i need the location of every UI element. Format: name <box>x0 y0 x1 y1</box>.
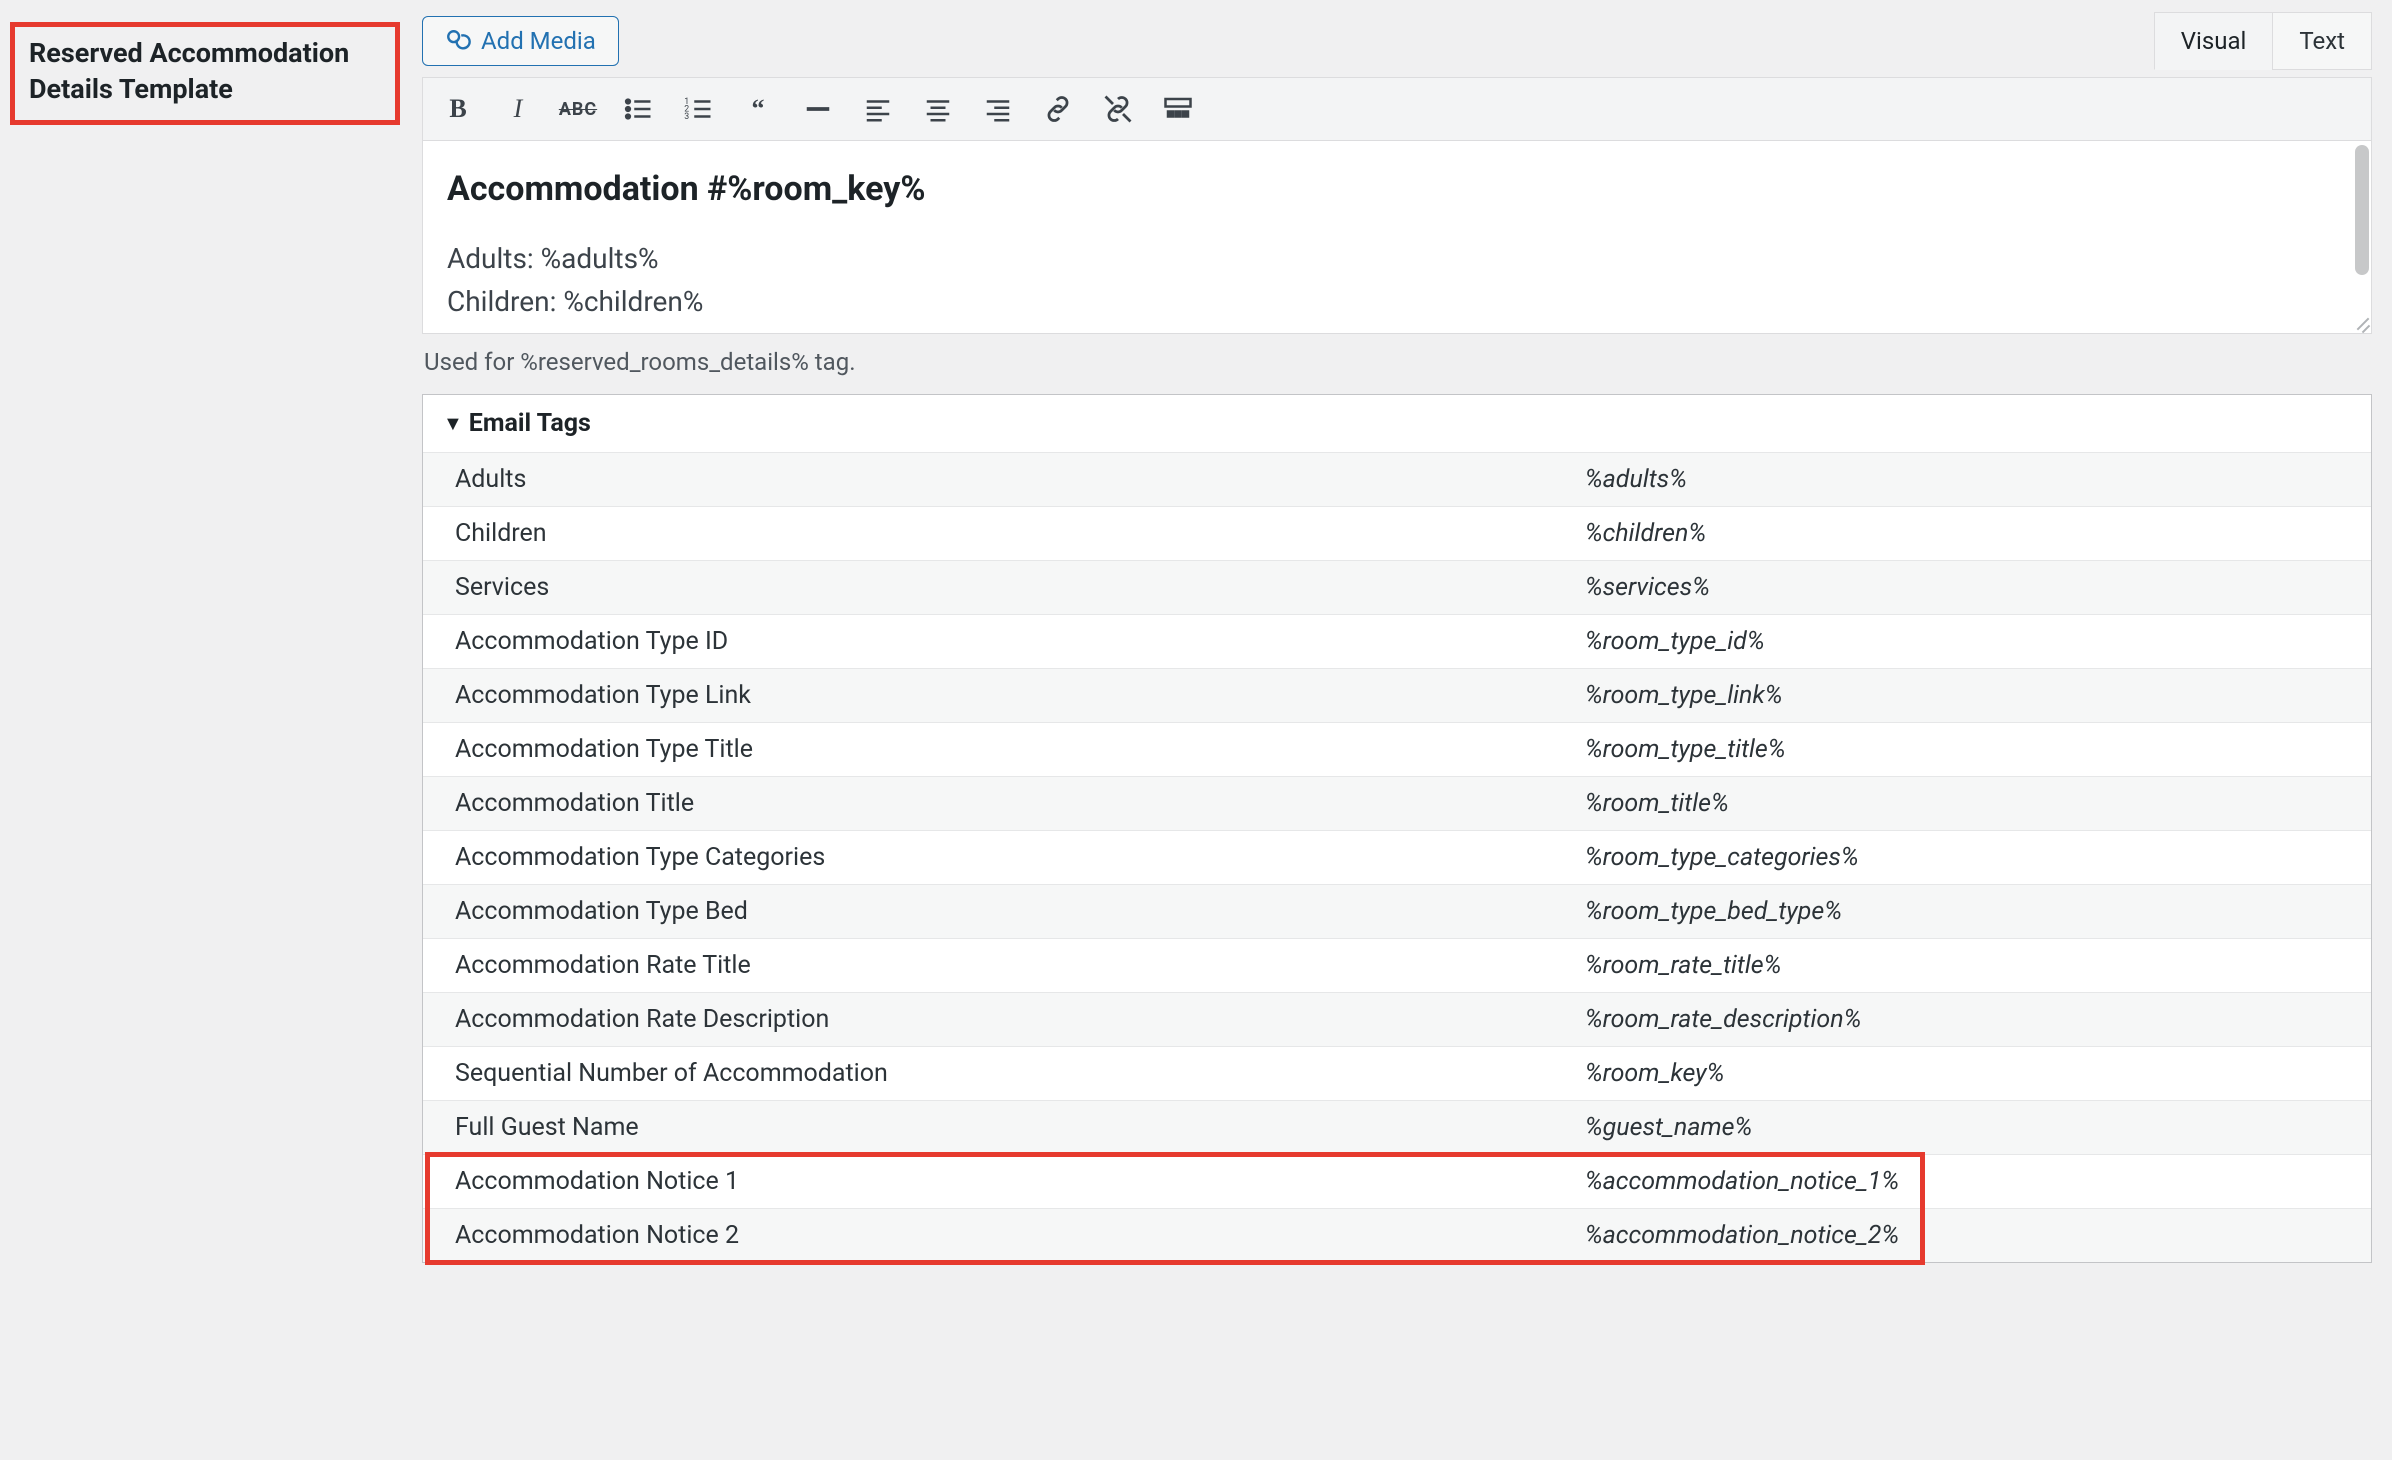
tag-label: Accommodation Type Bed <box>423 885 1553 939</box>
table-row: Services%services% <box>423 561 2371 615</box>
tag-label: Full Guest Name <box>423 1101 1553 1155</box>
table-row: Accommodation Type Title%room_type_title… <box>423 723 2371 777</box>
tag-value: %children% <box>1553 507 2371 561</box>
bold-button[interactable]: B <box>437 88 479 130</box>
tab-text[interactable]: Text <box>2272 12 2372 70</box>
tag-value: %guest_name% <box>1553 1101 2371 1155</box>
hr-button[interactable] <box>797 88 839 130</box>
tag-value: %room_type_link% <box>1553 669 2371 723</box>
tag-label: Accommodation Notice 1 <box>423 1155 1553 1209</box>
tag-value: %room_title% <box>1553 777 2371 831</box>
media-icon <box>445 28 471 54</box>
table-row: Sequential Number of Accommodation%room_… <box>423 1047 2371 1101</box>
resize-handle-icon[interactable] <box>2351 313 2369 331</box>
align-left-button[interactable] <box>857 88 899 130</box>
add-media-label: Add Media <box>481 27 596 55</box>
tag-value: %adults% <box>1553 453 2371 507</box>
tag-value: %room_type_bed_type% <box>1553 885 2371 939</box>
blockquote-button[interactable]: “ <box>737 88 779 130</box>
editor-tabs: Visual Text <box>2154 12 2372 70</box>
editor-line: Adults: %adults% <box>447 237 2347 280</box>
table-row: Accommodation Title%room_title% <box>423 777 2371 831</box>
strikethrough-button[interactable]: ABC <box>557 88 599 130</box>
accordion-toggle[interactable]: ▼ Email Tags <box>423 395 2371 452</box>
unlink-button[interactable] <box>1097 88 1139 130</box>
tag-value: %services% <box>1553 561 2371 615</box>
tag-value: %accommodation_notice_2% <box>1553 1209 2371 1263</box>
table-row: Accommodation Rate Title%room_rate_title… <box>423 939 2371 993</box>
tag-label: Accommodation Rate Title <box>423 939 1553 993</box>
tag-label: Children <box>423 507 1553 561</box>
kitchen-sink-button[interactable] <box>1157 88 1199 130</box>
chevron-down-icon: ▼ <box>443 411 463 436</box>
email-tags-accordion: ▼ Email Tags Adults%adults%Children%chil… <box>422 394 2372 1263</box>
field-hint: Used for %reserved_rooms_details% tag. <box>422 334 2372 394</box>
tag-value: %accommodation_notice_1% <box>1553 1155 2371 1209</box>
editor-scrollbar[interactable] <box>2355 145 2369 275</box>
table-row: Accommodation Type ID%room_type_id% <box>423 615 2371 669</box>
tag-value: %room_type_categories% <box>1553 831 2371 885</box>
tab-visual[interactable]: Visual <box>2154 12 2274 70</box>
editor-line: Children: %children% <box>447 280 2347 323</box>
editor-heading: Accommodation #%room_key% <box>447 169 2347 209</box>
add-media-button[interactable]: Add Media <box>422 16 619 66</box>
table-row: Accommodation Notice 1%accommodation_not… <box>423 1155 2371 1209</box>
email-tags-table: Adults%adults%Children%children%Services… <box>423 452 2371 1262</box>
align-right-button[interactable] <box>977 88 1019 130</box>
tag-label: Accommodation Type Categories <box>423 831 1553 885</box>
table-row: Adults%adults% <box>423 453 2371 507</box>
table-row: Full Guest Name%guest_name% <box>423 1101 2371 1155</box>
bullet-list-button[interactable] <box>617 88 659 130</box>
link-button[interactable] <box>1037 88 1079 130</box>
tag-label: Accommodation Title <box>423 777 1553 831</box>
tag-label: Accommodation Type Link <box>423 669 1553 723</box>
tag-value: %room_rate_title% <box>1553 939 2371 993</box>
tag-value: %room_rate_description% <box>1553 993 2371 1047</box>
tag-label: Adults <box>423 453 1553 507</box>
tag-label: Services <box>423 561 1553 615</box>
table-row: Accommodation Type Bed%room_type_bed_typ… <box>423 885 2371 939</box>
section-label: Reserved AccommodationDetails Template <box>29 35 381 108</box>
tag-label: Accommodation Type Title <box>423 723 1553 777</box>
section-label-highlight: Reserved AccommodationDetails Template <box>10 22 400 125</box>
tag-value: %room_type_title% <box>1553 723 2371 777</box>
editor-toolbar: B I ABC 123 “ <box>422 77 2372 141</box>
tag-label: Accommodation Rate Description <box>423 993 1553 1047</box>
table-row: Accommodation Type Link%room_type_link% <box>423 669 2371 723</box>
tag-label: Sequential Number of Accommodation <box>423 1047 1553 1101</box>
table-row: Children%children% <box>423 507 2371 561</box>
tag-label: Accommodation Type ID <box>423 615 1553 669</box>
align-center-button[interactable] <box>917 88 959 130</box>
tag-value: %room_type_id% <box>1553 615 2371 669</box>
table-row: Accommodation Type Categories%room_type_… <box>423 831 2371 885</box>
italic-button[interactable]: I <box>497 88 539 130</box>
tag-value: %room_key% <box>1553 1047 2371 1101</box>
tag-label: Accommodation Notice 2 <box>423 1209 1553 1263</box>
editor-content[interactable]: Accommodation #%room_key% Adults: %adult… <box>423 141 2371 333</box>
number-list-button[interactable]: 123 <box>677 88 719 130</box>
svg-text:3: 3 <box>684 112 689 122</box>
accordion-title: Email Tags <box>469 409 591 438</box>
table-row: Accommodation Rate Description%room_rate… <box>423 993 2371 1047</box>
table-row: Accommodation Notice 2%accommodation_not… <box>423 1209 2371 1263</box>
